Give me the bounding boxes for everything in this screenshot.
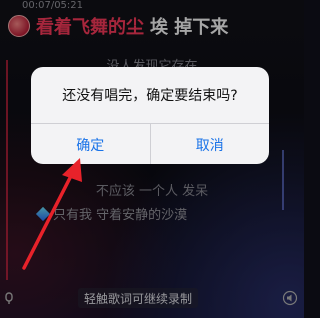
annotation-arrow-icon	[22, 158, 82, 270]
